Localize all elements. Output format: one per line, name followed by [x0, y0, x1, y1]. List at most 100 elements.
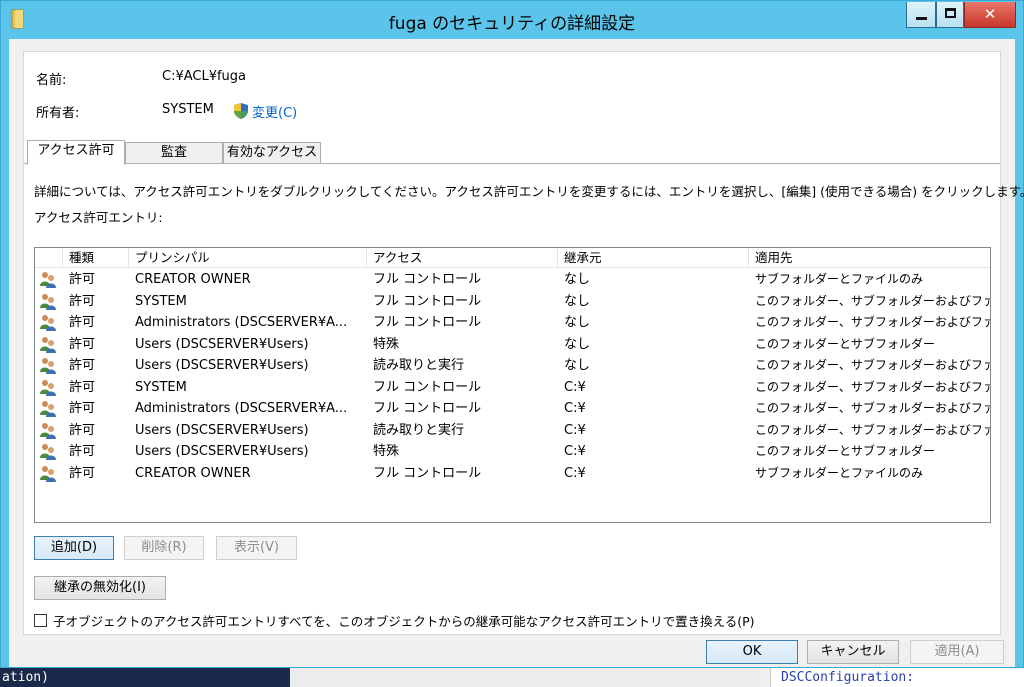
cell-inherited: C:¥: [564, 379, 586, 395]
cell-type: 許可: [69, 272, 96, 287]
table-row[interactable]: 許可 Users (DSCSERVER¥Users) 特殊 C:¥ このフォルダーとサブ…: [35, 441, 990, 462]
cell-type: 許可: [69, 315, 96, 330]
settings-panel: 名前: C:¥ACL¥fuga 所有者: SYSTEM 変更(C) アクセス許可…: [23, 51, 1024, 635]
security-dialog: fuga のセキュリティの詳細設定 ✕ 名前: C:¥ACL¥fuga 所有者:…: [0, 0, 1024, 668]
cell-access: 特殊: [373, 444, 400, 459]
cancel-button[interactable]: キャンセル: [807, 640, 899, 664]
table-row[interactable]: 許可 SYSTEM フル コントロール なし このフォルダー、サブフォルダーおよびファイ…: [35, 291, 990, 312]
users-icon: [39, 357, 57, 374]
owner-value: SYSTEM: [162, 102, 214, 117]
column-inherited-from[interactable]: 継承元: [558, 248, 749, 268]
cell-inherited: なし: [564, 336, 591, 352]
tab-permissions[interactable]: アクセス許可: [27, 140, 125, 165]
cell-type: 許可: [69, 358, 96, 373]
cell-applies: このフォルダー、サブフォルダーおよびファイル: [755, 358, 990, 372]
users-icon: [39, 336, 57, 353]
cell-type: 許可: [69, 465, 96, 481]
close-icon: ✕: [983, 5, 997, 23]
cell-principal: Administrators (DSCSERVER¥A...: [135, 315, 348, 330]
close-button[interactable]: ✕: [964, 2, 1016, 28]
replace-child-permissions-checkbox[interactable]: [34, 614, 47, 627]
cell-principal: Users (DSCSERVER¥Users): [135, 422, 309, 438]
users-icon: [39, 379, 57, 396]
table-row[interactable]: 許可 Administrators (DSCSERVER¥A... フル コントロー…: [35, 312, 990, 333]
column-principal[interactable]: プリンシパル: [129, 248, 367, 268]
list-header: 種類 プリンシパル アクセス 継承元 適用先: [35, 248, 990, 268]
cell-principal: SYSTEM: [135, 379, 187, 395]
cell-type: 許可: [69, 336, 96, 352]
maximize-button[interactable]: [936, 2, 964, 28]
background-pane: [290, 668, 760, 687]
tab-strip: アクセス許可 監査 有効なアクセス: [24, 140, 1000, 165]
table-row[interactable]: 許可 Users (DSCSERVER¥Users) 特殊 なし このフォルダーとサブフ…: [35, 334, 990, 355]
permission-entries-list[interactable]: 種類 プリンシパル アクセス 継承元 適用先 許可 CREATOR OWNER フル…: [34, 247, 991, 523]
cell-type: 許可: [69, 293, 96, 309]
background-console: ation): [0, 668, 290, 687]
cell-inherited: C:¥: [564, 444, 586, 459]
table-row[interactable]: 許可 Administrators (DSCSERVER¥A... フル コントロー…: [35, 398, 990, 419]
cell-access: フル コントロール: [373, 315, 482, 330]
cell-access: フル コントロール: [373, 379, 482, 395]
cell-applies: サブフォルダーとファイルのみ: [755, 272, 924, 286]
cell-access: フル コントロール: [373, 272, 482, 287]
maximize-icon: [945, 8, 956, 18]
window-title: fuga のセキュリティの詳細設定: [388, 14, 636, 34]
table-row[interactable]: 許可 Users (DSCSERVER¥Users) 読み取りと実行 C:¥ このフォル…: [35, 420, 990, 441]
background-editor: DSCConfiguration:: [770, 668, 1024, 687]
cell-type: 許可: [69, 379, 96, 395]
cell-principal: Users (DSCSERVER¥Users): [135, 358, 309, 373]
cell-inherited: なし: [564, 272, 591, 287]
add-button[interactable]: 追加(D): [34, 536, 114, 560]
cell-inherited: C:¥: [564, 401, 586, 416]
cell-inherited: なし: [564, 315, 591, 330]
cell-applies: このフォルダー、サブフォルダーおよびファイル: [755, 315, 990, 329]
description-text: 詳細については、アクセス許可エントリをダブルクリックしてください。アクセス許可エ…: [34, 184, 1024, 199]
cell-type: 許可: [69, 401, 96, 416]
column-access[interactable]: アクセス: [367, 248, 558, 268]
table-row[interactable]: 許可 CREATOR OWNER フル コントロール C:¥ サブフォルダーとファイルの…: [35, 463, 990, 484]
cell-principal: SYSTEM: [135, 293, 187, 309]
column-applies-to[interactable]: 適用先: [749, 248, 990, 268]
cell-applies: サブフォルダーとファイルのみ: [755, 465, 924, 480]
ok-button[interactable]: OK: [706, 640, 798, 664]
change-owner-link[interactable]: 変更(C): [252, 102, 297, 121]
tab-auditing[interactable]: 監査: [125, 142, 223, 164]
cell-principal: Users (DSCSERVER¥Users): [135, 336, 309, 352]
column-type[interactable]: 種類: [63, 248, 129, 268]
cell-principal: CREATOR OWNER: [135, 272, 251, 287]
apply-button[interactable]: 適用(A): [910, 640, 1004, 664]
table-row[interactable]: 許可 Users (DSCSERVER¥Users) 読み取りと実行 なし このフォルダ…: [35, 355, 990, 376]
minimize-button[interactable]: [906, 2, 936, 28]
cell-applies: このフォルダー、サブフォルダーおよびファイル: [755, 293, 990, 308]
cell-access: 読み取りと実行: [373, 358, 465, 373]
users-icon: [39, 422, 57, 439]
cell-access: フル コントロール: [373, 465, 482, 481]
table-row[interactable]: 許可 CREATOR OWNER フル コントロール なし サブフォルダーとファイルのみ: [35, 269, 990, 290]
cell-applies: このフォルダー、サブフォルダーおよびファイル: [755, 401, 990, 415]
table-row[interactable]: 許可 SYSTEM フル コントロール C:¥ このフォルダー、サブフォルダーおよびファ…: [35, 377, 990, 398]
column-icon: [35, 248, 63, 268]
users-icon: [39, 314, 57, 331]
cell-applies: このフォルダー、サブフォルダーおよびファイル: [755, 379, 990, 394]
tab-effective-access[interactable]: 有効なアクセス: [223, 142, 321, 164]
cell-principal: CREATOR OWNER: [135, 465, 251, 481]
cell-inherited: C:¥: [564, 422, 586, 438]
title-bar[interactable]: fuga のセキュリティの詳細設定 ✕: [1, 1, 1023, 39]
owner-label: 所有者:: [36, 106, 80, 121]
cell-inherited: なし: [564, 293, 591, 309]
dialog-client: 名前: C:¥ACL¥fuga 所有者: SYSTEM 変更(C) アクセス許可…: [9, 39, 1024, 667]
cell-applies: このフォルダー、サブフォルダーおよびファイル: [755, 422, 990, 437]
cell-applies: このフォルダーとサブフォルダー: [755, 444, 936, 458]
view-button[interactable]: 表示(V): [216, 536, 297, 560]
cell-access: フル コントロール: [373, 293, 482, 309]
cell-type: 許可: [69, 444, 96, 459]
users-icon: [39, 400, 57, 417]
background-windows: ation) DSCConfiguration:: [0, 668, 1024, 687]
disable-inheritance-button[interactable]: 継承の無効化(I): [34, 576, 166, 600]
remove-button[interactable]: 削除(R): [124, 536, 204, 560]
users-icon: [39, 293, 57, 310]
replace-child-permissions-label[interactable]: 子オブジェクトのアクセス許可エントリすべてを、このオブジェクトからの継承可能なア…: [53, 611, 755, 630]
cell-access: フル コントロール: [373, 401, 482, 416]
cell-applies: このフォルダーとサブフォルダー: [755, 336, 936, 351]
cell-type: 許可: [69, 422, 96, 438]
